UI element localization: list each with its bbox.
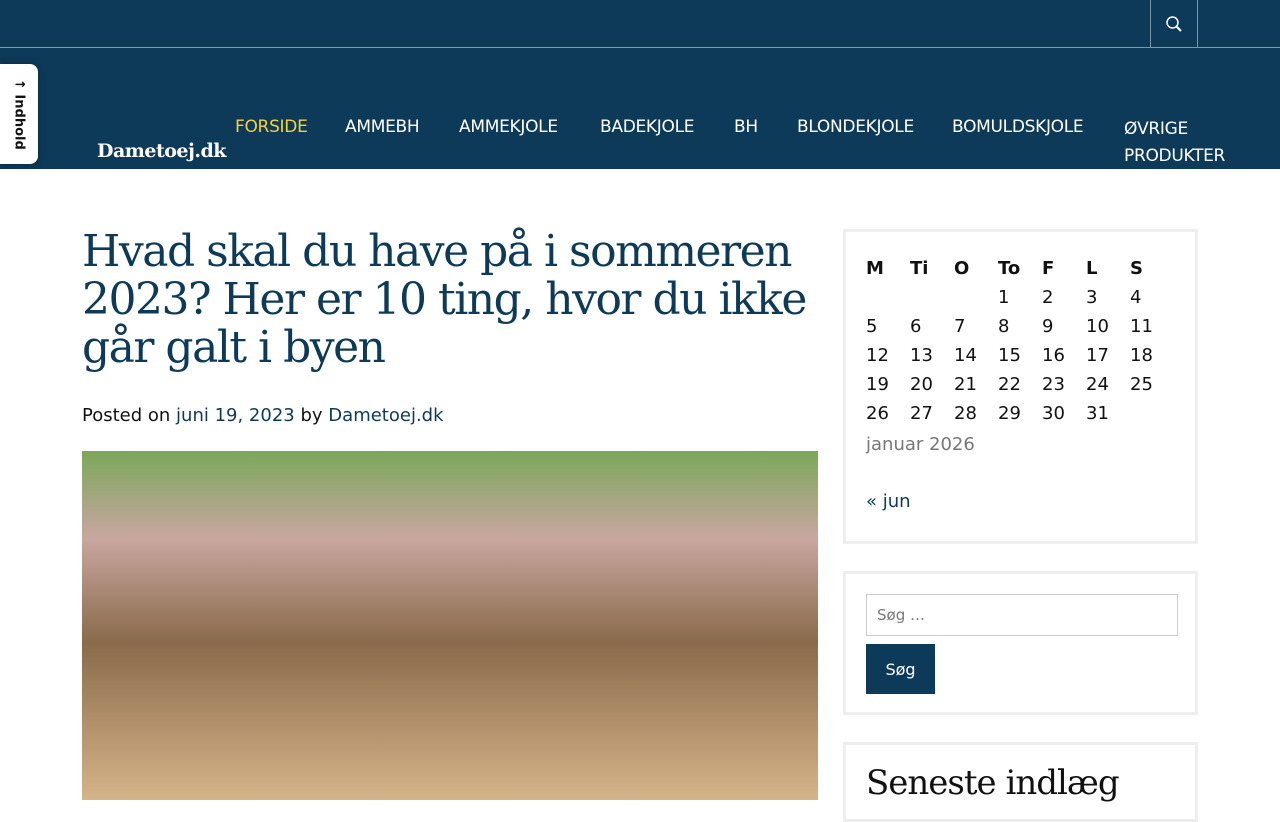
search-submit-button[interactable]: Søg — [866, 644, 935, 694]
calendar-day: 13 — [910, 345, 933, 366]
calendar-week: 1 2 3 4 — [866, 283, 1174, 312]
calendar-day: 9 — [1042, 316, 1054, 337]
calendar-weekday: F — [1042, 258, 1055, 279]
search-toggle-button[interactable] — [1150, 0, 1198, 47]
main-header: Dametoej.dk FORSIDE AMMEBH AMMEKJOLE BAD… — [0, 48, 1280, 188]
search-icon — [1166, 15, 1182, 32]
calendar-day: 19 — [866, 374, 889, 395]
calendar-day: 8 — [998, 316, 1010, 337]
calendar-day: 6 — [910, 316, 922, 337]
by-label: by — [300, 405, 323, 426]
menu-forside[interactable]: FORSIDE — [235, 117, 308, 137]
calendar-day: 7 — [954, 316, 966, 337]
calendar-weekday: Ti — [910, 258, 929, 279]
calendar-day: 20 — [910, 374, 933, 395]
recent-posts-widget: Seneste indlæg — [843, 742, 1198, 822]
menu-blondekjole[interactable]: BLONDEKJOLE — [797, 117, 914, 137]
calendar-day: 24 — [1086, 374, 1109, 395]
calendar-week: 19 20 21 22 23 24 25 — [866, 370, 1174, 399]
calendar-day: 25 — [1130, 374, 1153, 395]
calendar-day: 15 — [998, 345, 1021, 366]
calendar-day: 1 — [998, 287, 1010, 308]
post-title: Hvad skal du have på i sommeren 2023? He… — [82, 226, 807, 373]
menu-ammekjole[interactable]: AMMEKJOLE — [459, 117, 558, 137]
menu-ammebh[interactable]: AMMEBH — [345, 117, 420, 137]
calendar-weekday: O — [954, 258, 970, 279]
calendar-day: 16 — [1042, 345, 1065, 366]
recent-posts-title: Seneste indlæg — [866, 763, 1120, 803]
calendar-day: 11 — [1130, 316, 1153, 337]
calendar-day: 17 — [1086, 345, 1109, 366]
calendar-day: 21 — [954, 374, 977, 395]
calendar-day — [866, 283, 910, 312]
calendar-weekday: M — [866, 258, 884, 279]
calendar-day: 30 — [1042, 403, 1065, 424]
menu-ovrige-produkter[interactable]: ØVRIGE PRODUKTER — [1124, 116, 1234, 170]
calendar-day: 4 — [1130, 287, 1142, 308]
calendar-week: 26 27 28 29 30 31 — [866, 399, 1174, 428]
chevron-down-icon[interactable] — [1133, 181, 1144, 188]
posted-on-label: Posted on — [82, 405, 171, 426]
calendar-day: 3 — [1086, 287, 1098, 308]
menu-bh[interactable]: BH — [734, 117, 758, 137]
calendar-weekday: To — [998, 258, 1021, 279]
calendar-day — [1130, 399, 1174, 428]
calendar-widget: M Ti O To F L S 1 2 3 4 5 6 7 8 9 10 11 12 13 14 15 16 17 18 19 2… — [843, 229, 1198, 544]
top-bar — [0, 0, 1280, 48]
calendar-week: 12 13 14 15 16 17 18 — [866, 341, 1174, 370]
skip-to-content-link[interactable]: ↑ Indhold — [0, 64, 38, 164]
search-input[interactable]: Søg … — [866, 594, 1178, 636]
calendar-day: 29 — [998, 403, 1021, 424]
calendar-weekday: L — [1086, 258, 1098, 279]
calendar-day: 27 — [910, 403, 933, 424]
calendar-day: 5 — [866, 316, 878, 337]
calendar-day: 31 — [1086, 403, 1109, 424]
skip-link-label: ↑ Indhold — [11, 78, 27, 150]
calendar-day — [910, 283, 954, 312]
featured-image — [82, 451, 818, 800]
calendar-week: 5 6 7 8 9 10 11 — [866, 312, 1174, 341]
site-logo[interactable]: Dametoej.dk — [97, 140, 226, 162]
calendar-day: 23 — [1042, 374, 1065, 395]
author-link[interactable]: Dametoej.dk — [328, 405, 443, 426]
search-widget: Søg … Søg — [843, 571, 1198, 715]
post-meta: Posted on juni 19, 2023 by Dametoej.dk — [82, 405, 444, 426]
calendar-day: 2 — [1042, 287, 1054, 308]
calendar-day: 28 — [954, 403, 977, 424]
calendar-day: 10 — [1086, 316, 1109, 337]
calendar-day: 26 — [866, 403, 889, 424]
post-date-link[interactable]: juni 19, 2023 — [176, 405, 295, 426]
calendar-day: 12 — [866, 345, 889, 366]
calendar-day: 14 — [954, 345, 977, 366]
calendar-day: 18 — [1130, 345, 1153, 366]
calendar-weekday: S — [1130, 258, 1143, 279]
menu-bomuldskjole[interactable]: BOMULDSKJOLE — [952, 117, 1084, 137]
calendar-day — [954, 283, 998, 312]
calendar-prev-link[interactable]: « jun — [866, 491, 1175, 512]
calendar-table: M Ti O To F L S 1 2 3 4 5 6 7 8 9 10 11 12 13 14 15 16 17 18 19 2… — [866, 254, 1174, 428]
calendar-caption: januar 2026 — [866, 434, 975, 455]
menu-badekjole[interactable]: BADEKJOLE — [600, 117, 694, 137]
calendar-day: 22 — [998, 374, 1021, 395]
